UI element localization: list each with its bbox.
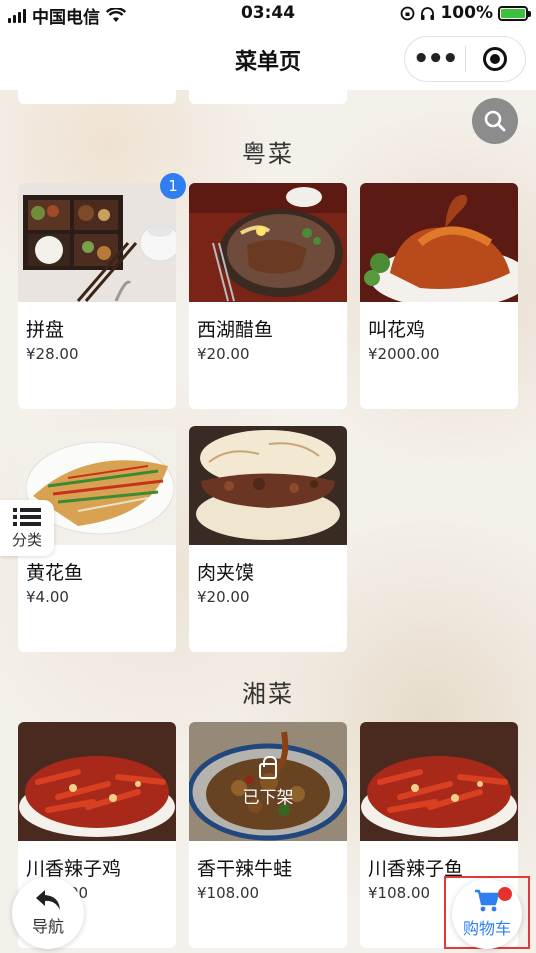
cart-notification-dot <box>498 887 512 901</box>
dish-price: ¥20.00 <box>197 588 250 606</box>
chili-fish-photo <box>360 722 518 841</box>
dish-price: ¥20.00 <box>197 345 250 363</box>
status-bar: 中国电信 03:44 100% <box>0 0 536 28</box>
cart-button[interactable]: 购物车 <box>452 879 522 949</box>
cart-highlight-box: 购物车 <box>444 876 530 949</box>
list-icon <box>13 507 41 526</box>
dish-price: ¥108.00 <box>197 884 260 902</box>
headphones-icon <box>421 6 435 20</box>
navigation-button[interactable]: 导航 <box>12 877 84 949</box>
bullfrog-photo: 已下架 <box>189 722 347 841</box>
off-shelf-label: 已下架 <box>242 788 294 808</box>
reply-arrow-icon <box>36 890 60 910</box>
lock-icon <box>259 756 277 779</box>
steak-plate-photo <box>189 183 347 302</box>
battery-percent: 100% <box>440 3 493 23</box>
status-right: 100% <box>400 3 531 23</box>
dish-name: 黄花鱼 <box>26 562 84 584</box>
dish-name: 西湖醋鱼 <box>197 319 274 341</box>
menu-content: 粤菜 1 拼盘 ¥28.00 西湖醋鱼 ¥20.00 叫花鸡 ¥2000.00 … <box>0 90 536 953</box>
dish-price: ¥28.00 <box>26 345 79 363</box>
previous-card-stub <box>189 90 347 104</box>
more-options-icon[interactable]: ••• <box>405 46 465 72</box>
dish-name: 拼盘 <box>26 319 65 341</box>
dish-name: 叫花鸡 <box>368 319 426 341</box>
dish-price: ¥2000.00 <box>368 345 440 363</box>
shopping-cart-icon <box>475 889 500 912</box>
section-title-xiang: 湘菜 <box>242 680 294 708</box>
mini-program-capsule: ••• <box>404 36 526 82</box>
dish-card[interactable]: 叫花鸡 ¥2000.00 <box>360 183 518 409</box>
navigation-label: 导航 <box>31 917 64 936</box>
dish-name: 肉夹馍 <box>197 562 255 584</box>
dish-card[interactable]: 1 拼盘 ¥28.00 <box>18 173 186 409</box>
search-button[interactable] <box>472 98 518 144</box>
roast-duck-photo <box>360 183 518 302</box>
dish-card[interactable]: 已下架 香干辣牛蛙 ¥108.00 <box>189 722 347 948</box>
category-label: 分类 <box>11 530 42 549</box>
section-title-yue: 粤菜 <box>242 140 294 168</box>
search-icon <box>484 110 506 132</box>
bento-box-photo <box>18 183 176 302</box>
chili-chicken-photo <box>18 722 176 841</box>
cart-label: 购物车 <box>462 919 511 938</box>
dish-card[interactable]: 西湖醋鱼 ¥20.00 <box>189 183 347 409</box>
previous-card-stub <box>18 90 176 104</box>
quantity-badge: 1 <box>160 173 186 199</box>
dish-price: ¥108.00 <box>368 884 431 902</box>
close-miniprogram-button[interactable] <box>465 47 525 71</box>
dish-card[interactable]: 肉夹馍 ¥20.00 <box>189 426 347 652</box>
target-icon <box>483 47 508 71</box>
off-shelf-overlay: 已下架 <box>189 722 347 841</box>
roujiamo-photo <box>189 426 347 545</box>
nav-bar: 菜单页 ••• <box>0 28 536 90</box>
category-button[interactable]: 分类 <box>0 500 54 556</box>
rotation-lock-icon <box>401 6 415 20</box>
battery-icon <box>498 5 531 21</box>
dish-name: 香干辣牛蛙 <box>197 858 293 880</box>
dish-price: ¥4.00 <box>26 588 69 606</box>
